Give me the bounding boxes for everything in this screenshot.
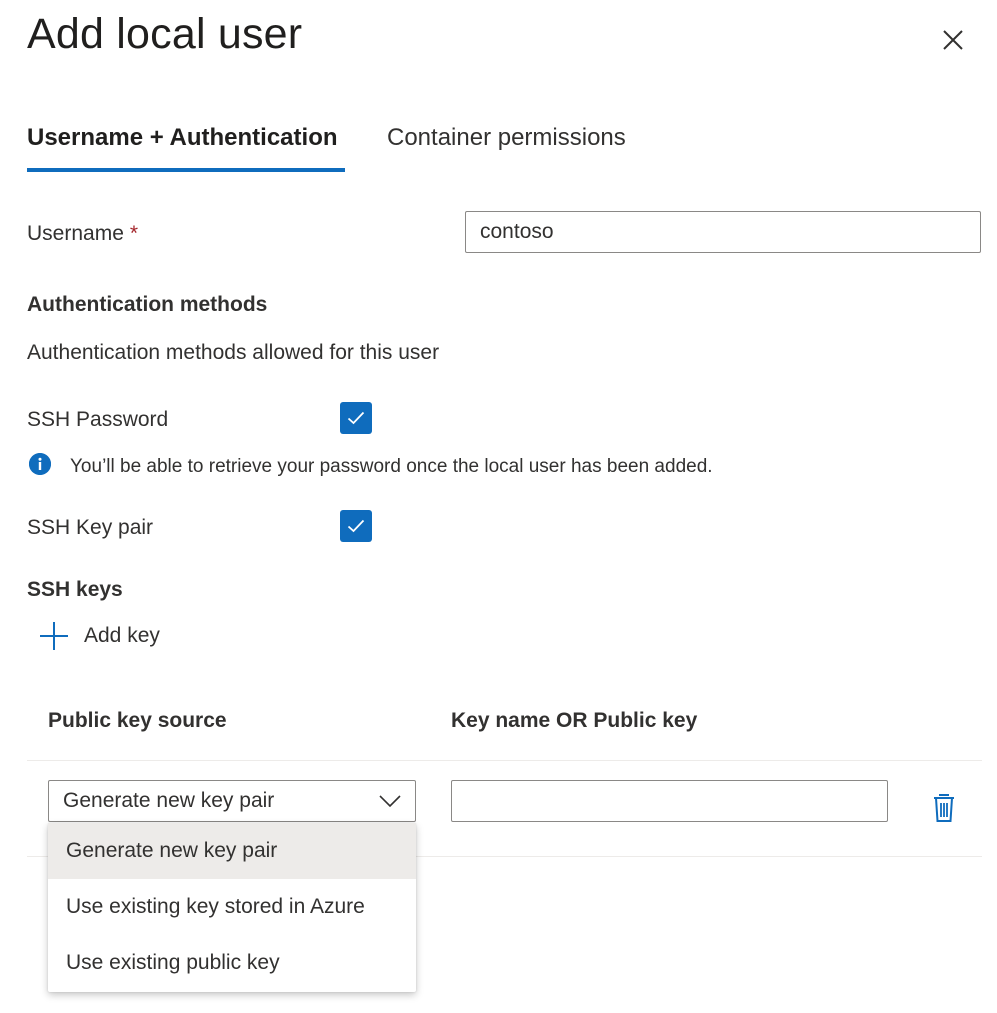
auth-methods-description: Authentication methods allowed for this … [27,341,440,364]
column-header-key-name: Key name OR Public key [451,709,698,732]
trash-icon [934,794,954,822]
plus-icon [40,622,68,650]
column-header-public-key-source: Public key source [48,709,227,732]
auth-methods-heading: Authentication methods [27,293,268,316]
option-use-existing-public-key[interactable]: Use existing public key [48,935,416,991]
username-input[interactable] [465,211,981,253]
add-key-button[interactable]: Add key [38,620,160,652]
close-icon [943,30,963,50]
public-key-source-value: Generate new key pair [63,789,275,812]
username-label: Username * [27,222,138,246]
option-use-existing-key-azure[interactable]: Use existing key stored in Azure [48,879,416,935]
add-key-label: Add key [84,624,160,647]
public-key-source-dropdown[interactable]: Generate new key pair [48,780,416,822]
ssh-keys-heading: SSH keys [27,578,123,601]
ssh-password-label: SSH Password [27,408,169,431]
ssh-key-pair-checkbox[interactable] [340,510,372,542]
public-key-source-menu: Generate new key pair Use existing key s… [48,823,416,992]
password-info-text: You’ll be able to retrieve your password… [70,456,713,477]
checkmark-icon [347,411,365,425]
username-label-text: Username [27,222,124,245]
chevron-down-icon [379,795,401,807]
checkmark-icon [347,519,365,533]
tab-container-permissions[interactable]: Container permissions [387,124,626,152]
table-header-divider [27,760,982,761]
required-marker: * [129,222,139,245]
close-button[interactable] [930,20,976,60]
key-name-input[interactable] [451,780,888,822]
active-tab-indicator [27,168,345,172]
info-icon [29,453,51,475]
delete-key-button[interactable] [929,792,959,824]
tab-username-authentication[interactable]: Username + Authentication [27,124,338,152]
option-generate-new-key-pair[interactable]: Generate new key pair [48,823,416,879]
ssh-password-checkbox[interactable] [340,402,372,434]
panel-title: Add local user [27,10,303,58]
ssh-key-pair-label: SSH Key pair [27,516,154,539]
